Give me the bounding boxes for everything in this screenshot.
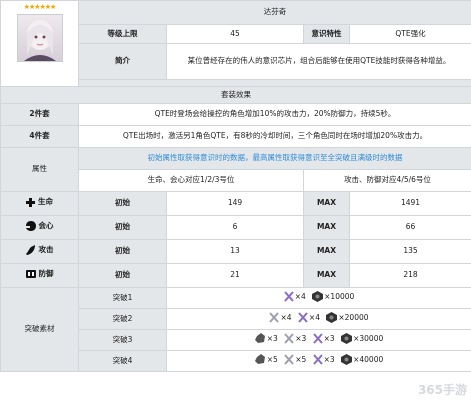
stat-crit-max-label: MAX	[303, 215, 350, 240]
breakthrough-3-label: 突破3	[78, 329, 167, 351]
slot-right-text: 攻击、防御对应4/5/6号位	[303, 169, 471, 192]
two-piece-label: 2件套	[0, 103, 79, 126]
stat-crit-init: 6	[166, 215, 304, 240]
stat-hp-init: 149	[166, 191, 304, 216]
stat-def-init-label: 初始	[78, 263, 167, 288]
material-purple-shard: ×4	[298, 312, 320, 324]
grey-shard-icon	[269, 312, 280, 324]
breakthrough-3-materials: ×3 ×3 ×3 ×30000	[166, 329, 471, 351]
material-coin: ×20000	[326, 312, 369, 324]
level-label: 等级上限	[78, 24, 167, 44]
crit-icon	[25, 221, 36, 232]
portrait-cell: ★★★★★★	[0, 0, 79, 87]
intro-text: 某位曾经存在的伟人的意识芯片，组合后能够在使用QTE技能时获得各种增益。	[166, 43, 471, 80]
coin-icon	[326, 312, 338, 324]
stat-hp-max-label: MAX	[303, 191, 350, 216]
stat-atk-init-label: 初始	[78, 239, 167, 264]
slot-left-text: 生命、会心对应1/2/3号位	[78, 169, 304, 192]
stat-def-max-label: MAX	[303, 263, 350, 288]
breakthrough-1-materials: ×4 ×10000	[166, 287, 471, 309]
coin-icon	[341, 333, 353, 345]
attributes-note: 初始属性取获得意识时的数据，最高属性取获得意识至全突破且满级时的数据	[78, 147, 471, 170]
stigmata-table: ★★★★★★ 达芬奇 等级上限 45 意识特性 QTE强化 简介 某位曾经存在的…	[0, 0, 471, 372]
breakthrough-4-label: 突破4	[78, 350, 167, 372]
stat-crit-max: 66	[349, 215, 471, 240]
four-piece-label: 4件套	[0, 125, 79, 148]
rarity-stars: ★★★★★★	[23, 3, 57, 11]
material-purple-shard: ×3	[312, 333, 335, 345]
purple-shard-icon	[298, 312, 308, 324]
trait-label: 意识特性	[303, 24, 350, 44]
grey-shard-icon	[284, 333, 294, 345]
purple-shard-icon	[312, 354, 323, 366]
stat-crit-init-label: 初始	[78, 215, 167, 240]
stat-def-label: 防御	[0, 263, 79, 288]
material-grey-shard: ×3	[284, 333, 306, 345]
portrait-image	[23, 19, 56, 61]
breakthrough-1-label: 突破1	[78, 287, 167, 309]
grey-shard-icon	[284, 354, 294, 366]
breakthrough-label: 突破素材	[0, 287, 79, 372]
material-grey-shard: ×5	[284, 354, 306, 366]
purple-shard-icon	[312, 333, 323, 345]
purple-shard-icon	[283, 291, 294, 303]
stat-atk-label: 攻击	[0, 239, 79, 264]
material-coin: ×30000	[341, 333, 383, 345]
coin-icon	[312, 291, 324, 303]
material-coin: ×10000	[312, 291, 354, 303]
two-piece-text: QTE时登场会给操控的角色增加10%的攻击力，20%防御力，持续5秒。	[78, 103, 471, 126]
stat-def-max: 218	[349, 263, 471, 288]
breakthrough-2-materials: ×4 ×4 ×20000	[166, 308, 471, 330]
defense-icon	[25, 270, 36, 279]
material-grey-shard: ×4	[269, 312, 292, 324]
intro-label: 简介	[78, 43, 167, 80]
ore-icon	[254, 333, 265, 344]
trait-value: QTE强化	[349, 24, 471, 44]
stat-hp-label: 生命	[0, 191, 79, 216]
coin-icon	[341, 354, 353, 366]
attack-icon	[25, 245, 35, 256]
stat-atk-init: 13	[166, 239, 304, 264]
breakthrough-2-label: 突破2	[78, 308, 167, 330]
watermark: 365手游	[417, 383, 467, 397]
ore-icon	[254, 354, 265, 365]
four-piece-text: QTE出场时，激活另1角色QTE，有8秒的冷却时间，三个角色同时在场时增加20%…	[78, 125, 471, 148]
level-value: 45	[166, 24, 304, 44]
set-effects-title: 套装效果	[0, 86, 471, 104]
spacer-row	[78, 79, 471, 87]
stat-hp-init-label: 初始	[78, 191, 167, 216]
stat-crit-label: 会心	[0, 215, 79, 240]
stat-def-init: 21	[166, 263, 304, 288]
stat-atk-max-label: MAX	[303, 239, 350, 264]
material-coin: ×40000	[341, 354, 383, 366]
card-name: 达芬奇	[78, 0, 471, 25]
attributes-label: 属性	[0, 147, 79, 192]
material-purple-shard: ×3	[312, 354, 335, 366]
stat-hp-max: 1491	[349, 191, 471, 216]
stat-atk-max: 135	[349, 239, 471, 264]
cross-icon	[26, 197, 35, 207]
card-portrait	[16, 13, 63, 62]
material-purple-shard: ×4	[283, 291, 306, 303]
breakthrough-4-materials: ×5 ×5 ×3 ×40000	[166, 350, 471, 372]
material-ore: ×3	[254, 333, 278, 344]
material-ore: ×5	[254, 354, 278, 365]
